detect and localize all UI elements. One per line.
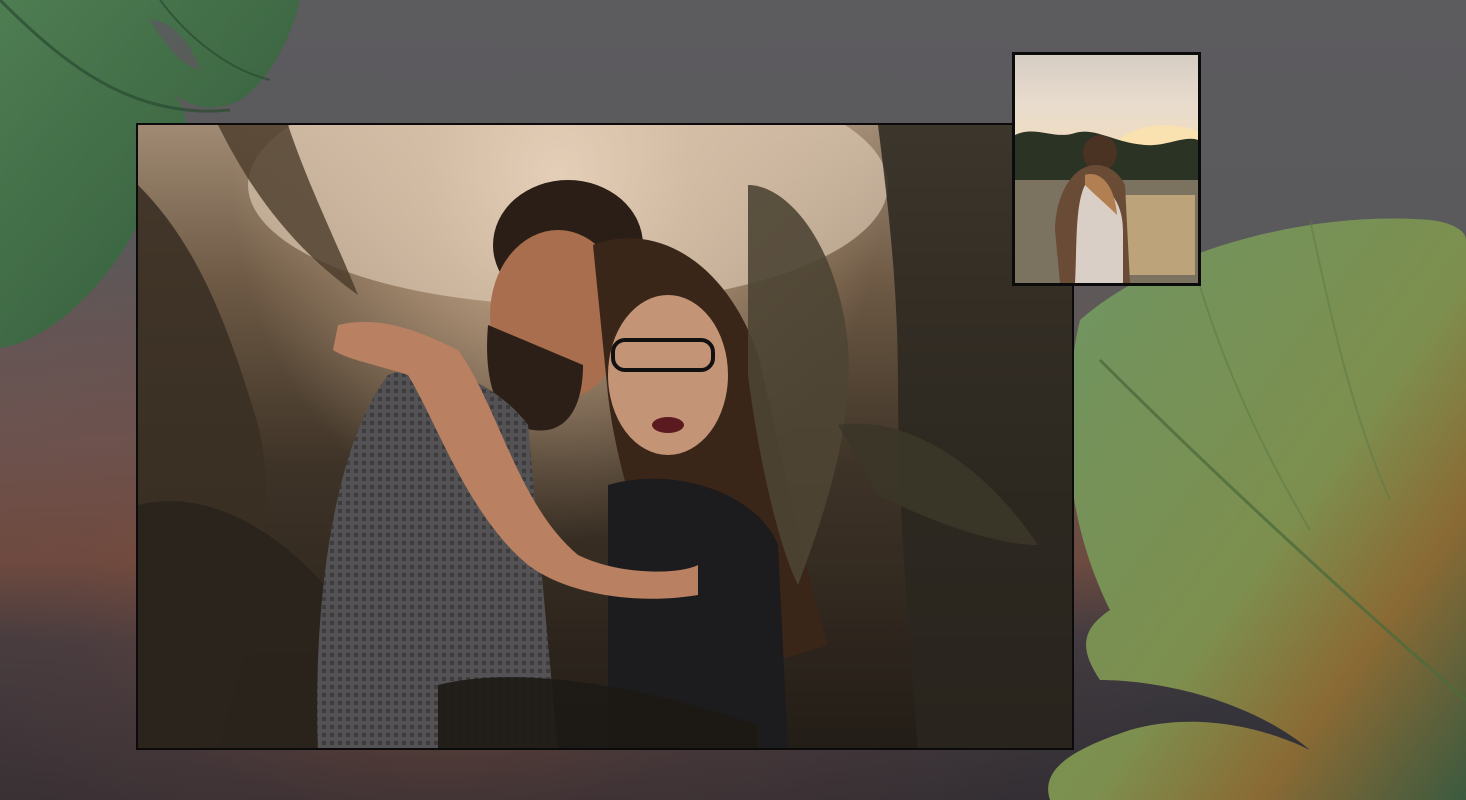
main-photo[interactable] (136, 123, 1074, 750)
main-photo-illustration (138, 125, 1072, 748)
thumbnail-illustration (1015, 125, 1198, 283)
collage-canvas (0, 0, 1466, 800)
thumbnail-photo[interactable] (1012, 52, 1201, 286)
monstera-leaf-icon (1048, 218, 1466, 800)
